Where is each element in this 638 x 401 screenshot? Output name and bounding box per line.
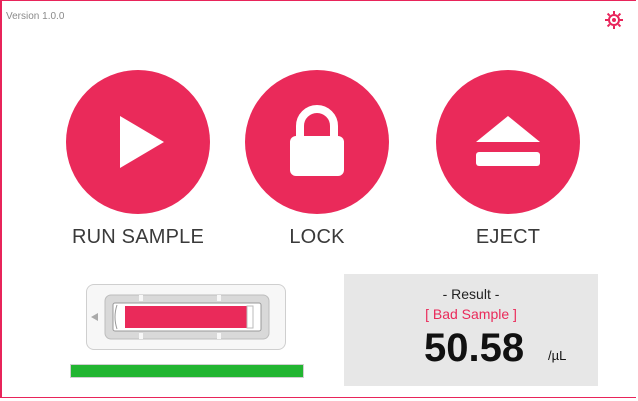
eject-icon <box>476 116 540 166</box>
cartridge-illustration <box>86 284 286 350</box>
version-label: Version 1.0.0 <box>6 11 65 22</box>
lock-button[interactable]: LOCK <box>237 70 397 249</box>
play-icon <box>120 116 164 168</box>
run-sample-label: RUN SAMPLE <box>71 226 205 248</box>
settings-gear-icon[interactable] <box>604 10 624 30</box>
progress-bar <box>70 364 304 378</box>
lock-label: LOCK <box>289 226 345 248</box>
result-title: - Result - <box>442 286 500 302</box>
eject-circle[interactable] <box>436 70 580 214</box>
result-value: 50.58 <box>424 326 525 370</box>
progress-fill <box>71 365 303 377</box>
lock-icon <box>290 105 344 176</box>
result-unit: /µL <box>548 348 567 363</box>
eject-label: EJECT <box>475 226 541 248</box>
run-sample-circle[interactable] <box>66 70 210 214</box>
eject-button[interactable]: EJECT <box>428 70 588 249</box>
result-panel: - Result - [ Bad Sample ] 50.58 /µL <box>344 274 598 386</box>
result-status: [ Bad Sample ] <box>425 306 517 322</box>
lock-circle[interactable] <box>245 70 389 214</box>
run-sample-button[interactable]: RUN SAMPLE <box>58 70 218 249</box>
